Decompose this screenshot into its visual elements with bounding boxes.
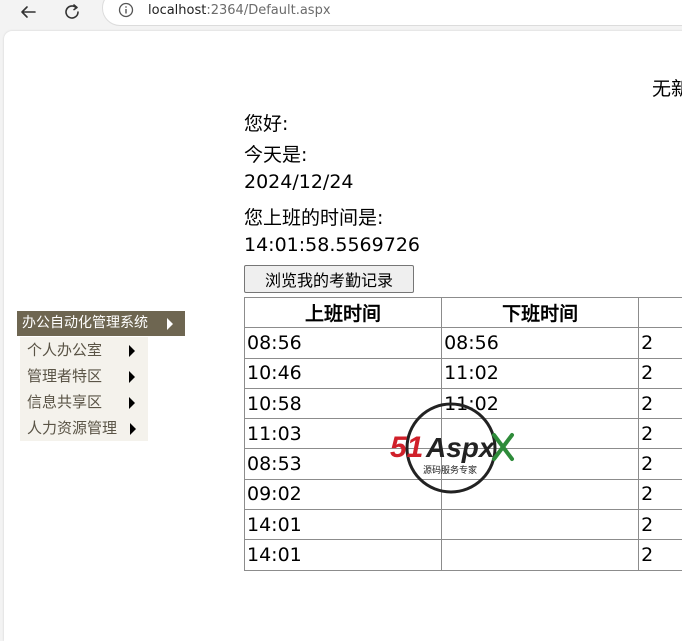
triangle-right-icon <box>129 397 135 409</box>
column-header-date <box>639 298 682 328</box>
table-row: 14:01 2 <box>245 510 682 540</box>
greeting-text: 您好: <box>244 109 288 136</box>
back-arrow-icon <box>19 3 37 21</box>
cell-clock-in: 10:58 <box>245 388 442 418</box>
cell-clock-in: 14:01 <box>245 540 442 570</box>
table-row: 08:53 2 <box>245 449 682 479</box>
table-row: 09:02 2 <box>245 479 682 509</box>
table-row: 10:58 11:02 2 <box>245 388 682 418</box>
clockin-time: 14:01:58.5569726 <box>244 234 420 256</box>
cell-date: 2 <box>639 328 682 358</box>
submenu-item-info-share[interactable]: 信息共享区 <box>20 389 148 415</box>
page-viewport: 无新 您好: 今天是: 2024/12/24 您上班的时间是: 14:01:58… <box>4 31 682 641</box>
url-path: :2364/Default.aspx <box>206 3 330 18</box>
cell-clock-out <box>442 510 639 540</box>
attendance-table: 上班时间 下班时间 08:56 08:56 2 10:46 11:02 2 10… <box>244 297 682 571</box>
reload-button[interactable] <box>58 0 86 24</box>
today-label: 今天是: <box>244 140 307 167</box>
cell-clock-out: 11:02 <box>442 358 639 388</box>
cell-date: 2 <box>639 479 682 509</box>
submenu-item-hr[interactable]: 人力资源管理 <box>20 415 148 441</box>
submenu-item-label: 信息共享区 <box>27 393 102 411</box>
browser-toolbar: localhost:2364/Default.aspx <box>0 0 682 30</box>
table-row: 10:46 11:02 2 <box>245 358 682 388</box>
cell-clock-in: 08:53 <box>245 449 442 479</box>
clockin-label: 您上班的时间是: <box>244 203 383 230</box>
cell-clock-in: 14:01 <box>245 510 442 540</box>
cell-clock-out: 11:02 <box>442 388 639 418</box>
submenu-item-manager-zone[interactable]: 管理者特区 <box>20 363 148 389</box>
table-row: 08:56 08:56 2 <box>245 328 682 358</box>
cell-clock-in: 10:46 <box>245 358 442 388</box>
cell-clock-in: 11:03 <box>245 419 442 449</box>
cell-clock-in: 09:02 <box>245 479 442 509</box>
menu-root-item[interactable]: 办公自动化管理系统 <box>17 311 185 336</box>
info-icon[interactable] <box>118 2 134 18</box>
cell-date: 2 <box>639 388 682 418</box>
column-header-clock-in: 上班时间 <box>245 298 442 328</box>
triangle-right-icon <box>167 318 173 330</box>
cell-clock-out <box>442 419 639 449</box>
cell-clock-out: 08:56 <box>442 328 639 358</box>
cell-date: 2 <box>639 540 682 570</box>
cell-clock-out <box>442 540 639 570</box>
submenu-item-label: 人力资源管理 <box>27 419 117 437</box>
url-host: localhost <box>148 3 206 18</box>
cell-date: 2 <box>639 510 682 540</box>
submenu-item-label: 个人办公室 <box>27 341 102 359</box>
cell-clock-out <box>442 449 639 479</box>
today-date: 2024/12/24 <box>244 171 354 193</box>
cell-clock-in: 08:56 <box>245 328 442 358</box>
back-button[interactable] <box>14 0 42 24</box>
triangle-right-icon <box>129 371 135 383</box>
table-row: 14:01 2 <box>245 540 682 570</box>
cell-clock-out <box>442 479 639 509</box>
triangle-right-icon <box>130 423 136 435</box>
triangle-right-icon <box>129 345 135 357</box>
table-row: 11:03 2 <box>245 419 682 449</box>
top-right-text: 无新 <box>652 74 682 101</box>
cell-date: 2 <box>639 358 682 388</box>
browse-attendance-button[interactable]: 浏览我的考勤记录 <box>244 265 414 293</box>
url-text[interactable]: localhost:2364/Default.aspx <box>148 3 331 18</box>
menu-root-label: 办公自动化管理系统 <box>22 315 148 331</box>
submenu-item-label: 管理者特区 <box>27 367 102 385</box>
submenu-item-personal-office[interactable]: 个人办公室 <box>20 337 148 363</box>
cell-date: 2 <box>639 419 682 449</box>
column-header-clock-out: 下班时间 <box>442 298 639 328</box>
table-header-row: 上班时间 下班时间 <box>245 298 682 328</box>
cell-date: 2 <box>639 449 682 479</box>
submenu: 个人办公室 管理者特区 信息共享区 人力资源管理 <box>20 337 148 441</box>
reload-icon <box>63 3 81 21</box>
